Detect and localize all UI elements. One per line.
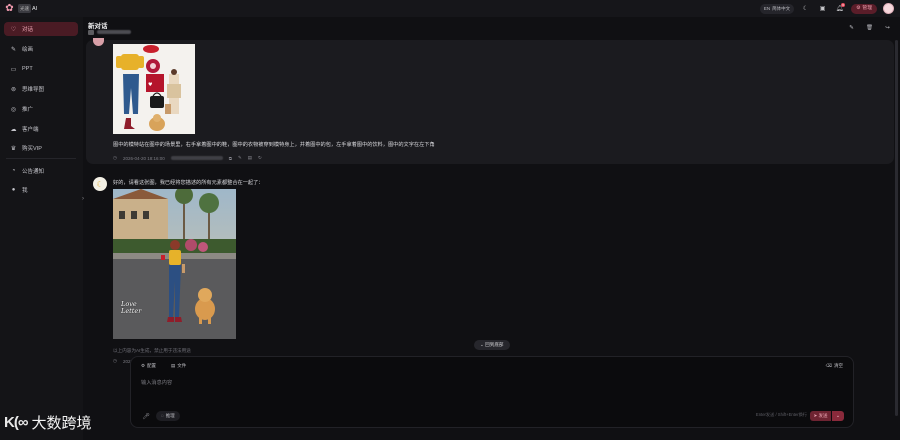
clock-icon: ◷ xyxy=(113,155,117,160)
chat-scrollbar[interactable] xyxy=(895,40,898,416)
user-message-meta: ◷ 2026-04-20 18:16:00 ⧉ ✎ ▤ ↻ xyxy=(113,155,262,161)
svg-text:♥: ♥ xyxy=(148,82,153,88)
edit-icon[interactable]: ✎ xyxy=(847,23,856,32)
file-icon: ▤ xyxy=(171,363,176,368)
sidebar-item-draw[interactable]: ✎ 绘画 xyxy=(4,42,78,56)
sidebar-item-vip[interactable]: ♛ 购买VIP xyxy=(4,141,78,155)
assistant-avatar: ☾ xyxy=(93,177,107,191)
edit-message-icon[interactable]: ✎ xyxy=(238,155,242,161)
generated-image-script-text: Love Letter xyxy=(121,300,142,315)
sliders-icon: ⚙ xyxy=(141,363,146,368)
sidebar-collapse-icon[interactable]: › xyxy=(82,196,84,202)
model-chip-icon xyxy=(88,29,94,35)
admin-gear-icon: ⚙ xyxy=(856,5,861,11)
user-icon: ● xyxy=(11,187,16,193)
sidebar-item-promote[interactable]: ◎ 推广 xyxy=(4,102,78,116)
delete-message-icon[interactable]: ▤ xyxy=(248,155,252,161)
watermark-text: 大数跨境 xyxy=(31,414,92,432)
send-options-chevron-icon[interactable]: ⌄ xyxy=(832,411,844,421)
sidebar-item-client[interactable]: ☁ 客户端 xyxy=(4,122,78,136)
ppt-icon: ▭ xyxy=(10,66,17,73)
send-icon: ➤ xyxy=(813,413,818,418)
sidebar-item-label: PPT xyxy=(22,66,33,72)
sidebar-item-label: 客户端 xyxy=(22,127,39,133)
admin-label: 管理 xyxy=(862,5,872,11)
trash-icon[interactable]: 🗑︎ xyxy=(865,23,874,32)
assistant-disclaimer: 以上内容为AI生成，禁止用于违法用途 xyxy=(113,348,191,353)
language-prefix: EN xyxy=(763,5,771,11)
clear-chip-label: 清空 xyxy=(834,363,843,368)
sidebar-item-label: 绘画 xyxy=(22,47,34,53)
gift-icon[interactable]: ▣ xyxy=(817,3,828,14)
chat-heart-icon: ♡ xyxy=(10,26,17,33)
microphone-icon[interactable]: 🎤︎ xyxy=(141,411,151,421)
reasoning-toggle[interactable]: ◌ 推理 xyxy=(156,411,180,421)
sidebar-item-me[interactable]: ● 我 xyxy=(4,183,78,197)
regenerate-icon[interactable]: ↻ xyxy=(258,155,262,161)
theme-moon-icon[interactable]: ☾ xyxy=(800,3,811,14)
file-chip-label: 文件 xyxy=(177,363,187,368)
watermark-logo-icon: K(∞ xyxy=(4,413,29,431)
sidebar-item-label: 我 xyxy=(22,188,28,194)
bell-icon: ◔ xyxy=(11,168,16,174)
config-chip-label: 配置 xyxy=(147,363,157,368)
user-message-text: 图中的模特站在图中的场景里，右手拿着图中的鞋，图中的衣物被穿到模特身上，并着图中… xyxy=(113,142,435,148)
watermark: K(∞ 大数跨境 xyxy=(4,410,92,434)
message-input[interactable]: 输入消息内容 xyxy=(141,379,172,386)
promote-icon: ◎ xyxy=(10,106,17,113)
share-icon[interactable]: ↪ xyxy=(883,23,892,32)
crown-icon: ♛ xyxy=(10,145,17,152)
top-bar: ✿ 光速 AI EN 简体中文 ☾ ▣ 🔔︎ 6 ⚙ 管理 xyxy=(0,0,900,17)
brush-icon: ✎ xyxy=(10,46,17,53)
sidebar-divider xyxy=(6,158,76,159)
admin-button[interactable]: ⚙ 管理 xyxy=(851,3,877,14)
user-message-time: 2026-04-20 18:16:00 xyxy=(122,155,165,161)
brand-badge: 光速 xyxy=(18,4,31,13)
sidebar-item-ppt[interactable]: ▭ PPT xyxy=(4,62,78,76)
sidebar-item-label: 对话 xyxy=(22,27,34,33)
keyboard-hint: Enter发送 / Shift+Enter换行 xyxy=(755,412,807,417)
sidebar-item-label: 公告通知 xyxy=(22,169,45,175)
bulb-icon: ◌ xyxy=(161,413,164,418)
sidebar-item-label: 思维导图 xyxy=(22,87,45,93)
generated-image[interactable]: Love Letter xyxy=(113,189,236,339)
conversation-subtitle xyxy=(88,29,131,35)
notification-badge: 6 xyxy=(841,3,846,7)
language-label: 简体中文 xyxy=(772,5,791,11)
sidebar xyxy=(0,17,83,440)
app-logo-icon[interactable]: ✿ xyxy=(4,3,15,14)
send-label: 发送 xyxy=(818,413,828,418)
reasoning-label: 推理 xyxy=(165,413,175,418)
clear-icon: ⌫ xyxy=(825,363,832,368)
user-avatar[interactable] xyxy=(883,3,894,14)
redacted-text xyxy=(170,156,223,160)
sidebar-item-mindmap[interactable]: ⊚ 思维导图 xyxy=(4,82,78,96)
message-composer: ⚙ 配置 ▤ 文件 ⌫ 清空 输入消息内容 🎤︎ ◌ 推理 Enter发送 / … xyxy=(130,356,854,428)
back-to-bottom-button[interactable]: ⌄ 回到底部 xyxy=(474,340,510,350)
send-button[interactable]: ➤ 发送 xyxy=(810,411,831,421)
back-to-bottom-label: 回到底部 xyxy=(485,342,504,347)
language-switch-button[interactable]: EN 简体中文 xyxy=(759,3,795,14)
double-chevron-down-icon: ⌄ xyxy=(480,342,484,347)
sidebar-item-label: 购买VIP xyxy=(22,146,42,152)
config-chip[interactable]: ⚙ 配置 xyxy=(137,361,160,370)
brand-name: AI xyxy=(32,6,38,12)
cloud-icon: ☁ xyxy=(10,126,17,133)
sidebar-item-label: 推广 xyxy=(22,107,34,113)
file-chip[interactable]: ▤ 文件 xyxy=(167,361,190,370)
app-brand: 光速 AI xyxy=(18,4,37,13)
sidebar-item-notice[interactable]: ◔ 公告通知 xyxy=(4,164,78,178)
notification-bell-icon[interactable]: 🔔︎ 6 xyxy=(834,3,846,14)
clear-chip[interactable]: ⌫ 清空 xyxy=(822,361,847,370)
mindmap-icon: ⊚ xyxy=(10,86,17,93)
uploaded-outfit-image[interactable]: ♥ xyxy=(113,44,195,134)
sidebar-item-chat[interactable]: ♡ 对话 xyxy=(4,22,78,36)
assistant-message-text: 好的，请看这张图，我已经将您描述的所有元素都整合在一起了： xyxy=(113,180,264,186)
redacted-text xyxy=(97,30,131,34)
clock-icon: ◷ xyxy=(113,358,117,363)
copy-icon[interactable]: ⧉ xyxy=(229,156,232,161)
